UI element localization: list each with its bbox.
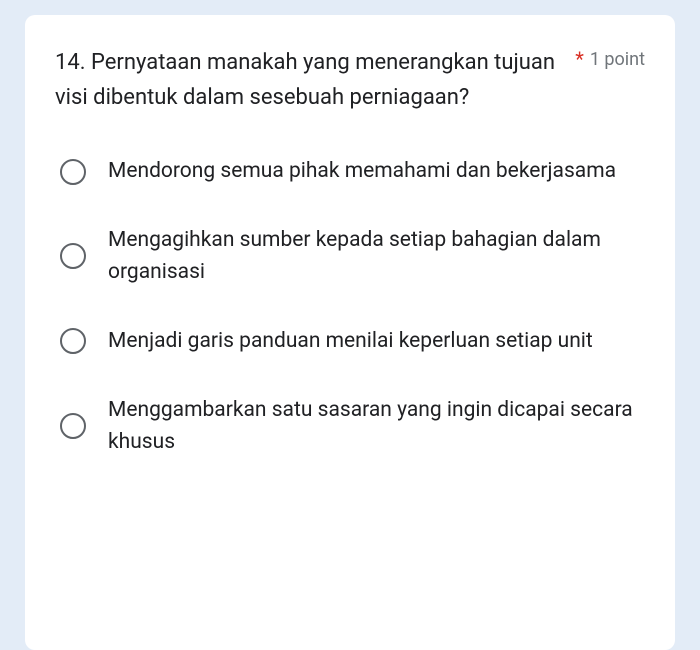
option-label: Menjadi garis panduan menilai keperluan … xyxy=(108,325,593,358)
option-3[interactable]: Menjadi garis panduan menilai keperluan … xyxy=(60,325,645,358)
options-list: Mendorong semua pihak memahami dan beker… xyxy=(55,155,645,458)
points-wrapper: * 1 point xyxy=(575,47,645,71)
option-2[interactable]: Mengagihkan sumber kepada setiap bahagia… xyxy=(60,224,645,289)
radio-icon[interactable] xyxy=(60,413,86,439)
option-label: Mengagihkan sumber kepada setiap bahagia… xyxy=(108,224,645,289)
radio-icon[interactable] xyxy=(60,328,86,354)
option-4[interactable]: Menggambarkan satu sasaran yang ingin di… xyxy=(60,394,645,459)
option-1[interactable]: Mendorong semua pihak memahami dan beker… xyxy=(60,155,645,188)
required-asterisk-icon: * xyxy=(575,47,584,71)
radio-icon[interactable] xyxy=(60,243,86,269)
option-label: Mendorong semua pihak memahami dan beker… xyxy=(108,155,616,188)
points-label: 1 point xyxy=(590,49,645,70)
option-label: Menggambarkan satu sasaran yang ingin di… xyxy=(108,394,645,459)
question-card: 14. Pernyataan manakah yang menerangkan … xyxy=(25,15,675,650)
question-header: 14. Pernyataan manakah yang menerangkan … xyxy=(55,45,645,115)
radio-icon[interactable] xyxy=(60,159,86,185)
question-text: 14. Pernyataan manakah yang menerangkan … xyxy=(55,45,575,115)
